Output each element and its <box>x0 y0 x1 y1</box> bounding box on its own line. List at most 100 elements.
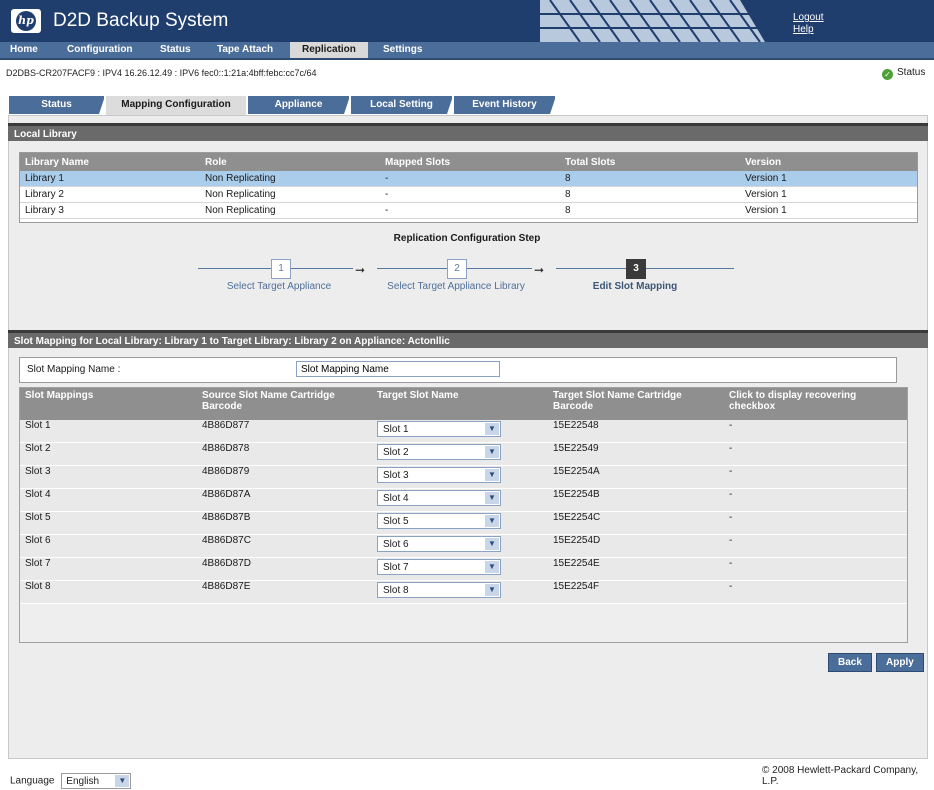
library-version-cell: Version 1 <box>740 186 917 203</box>
library-mapped-cell: - <box>380 186 560 203</box>
target-barcode-cell: 15E2254E <box>548 557 724 581</box>
language-select[interactable]: English ▼ <box>61 773 132 789</box>
recover-cell: - <box>724 511 907 535</box>
source-barcode-cell: 4B86D87B <box>197 511 372 535</box>
arrow-right-icon: ➞ <box>355 263 366 277</box>
slot-mapping-name-input[interactable] <box>296 361 500 377</box>
recover-cell: - <box>724 442 907 466</box>
library-version-cell: Version 1 <box>740 171 917 187</box>
table-row: Slot 5 4B86D87B Slot 5 ▼ 15E2254C - <box>20 511 907 535</box>
app-header: hp D2D Backup System Logout Help <box>0 0 934 42</box>
recover-cell: - <box>724 465 907 489</box>
col-mapped-slots: Mapped Slots <box>380 153 560 171</box>
slot-mapping-table: Slot Mappings Source Slot Name Cartridge… <box>19 387 908 643</box>
language-label: Language <box>10 775 55 787</box>
col-total-slots: Total Slots <box>560 153 740 171</box>
library-role-cell: Non Replicating <box>200 171 380 187</box>
nav-home[interactable]: Home <box>10 42 38 58</box>
logout-link[interactable]: Logout <box>793 12 824 24</box>
target-barcode-cell: 15E2254F <box>548 580 724 604</box>
target-slot-select[interactable]: Slot 4 ▼ <box>377 490 501 506</box>
target-slot-select[interactable]: Slot 3 ▼ <box>377 467 501 483</box>
step-1-label[interactable]: Select Target Appliance <box>194 281 364 292</box>
library-row[interactable]: Library 2 Non Replicating - 8 Version 1 <box>20 186 917 203</box>
target-slot-select[interactable]: Slot 6 ▼ <box>377 536 501 552</box>
tab-local-setting[interactable]: Local Setting <box>351 96 453 114</box>
language-selector: Language English ▼ <box>10 773 132 789</box>
tab-mapping-configuration[interactable]: Mapping Configuration <box>106 96 246 115</box>
library-role-cell: Non Replicating <box>200 202 380 219</box>
source-barcode-cell: 4B86D879 <box>197 465 372 489</box>
col-role: Role <box>200 153 380 171</box>
chevron-down-icon[interactable]: ▼ <box>485 492 499 504</box>
col-version: Version <box>740 153 917 171</box>
slot-mapping-name-label: Slot Mapping Name : <box>27 364 121 375</box>
target-barcode-cell: 15E22548 <box>548 420 724 443</box>
check-circle-icon: ✓ <box>882 69 893 80</box>
nav-configuration[interactable]: Configuration <box>67 42 133 58</box>
target-slot-select[interactable]: Slot 1 ▼ <box>377 421 501 437</box>
chevron-down-icon[interactable]: ▼ <box>485 538 499 550</box>
chevron-down-icon[interactable]: ▼ <box>485 561 499 573</box>
target-slot-select[interactable]: Slot 7 ▼ <box>377 559 501 575</box>
source-barcode-cell: 4B86D878 <box>197 442 372 466</box>
library-version-cell: Version 1 <box>740 202 917 219</box>
recover-cell: - <box>724 534 907 558</box>
target-slot-select[interactable]: Slot 2 ▼ <box>377 444 501 460</box>
slot-name-cell: Slot 1 <box>20 420 197 443</box>
chevron-down-icon[interactable]: ▼ <box>485 515 499 527</box>
col-library-name: Library Name <box>20 153 200 171</box>
status-label: Status <box>897 67 926 78</box>
slot-mapping-name-row: Slot Mapping Name : <box>19 357 897 383</box>
target-barcode-cell: 15E2254C <box>548 511 724 535</box>
source-barcode-cell: 4B86D87C <box>197 534 372 558</box>
back-button[interactable]: Back <box>828 653 872 672</box>
chevron-down-icon[interactable]: ▼ <box>485 423 499 435</box>
nav-settings[interactable]: Settings <box>383 42 422 58</box>
chevron-down-icon[interactable]: ▼ <box>485 469 499 481</box>
recover-cell: - <box>724 557 907 581</box>
col-slot-mappings: Slot Mappings <box>20 388 197 420</box>
source-barcode-cell: 4B86D87E <box>197 580 372 604</box>
help-link[interactable]: Help <box>793 24 824 36</box>
chevron-down-icon[interactable]: ▼ <box>115 775 130 787</box>
recover-cell: - <box>724 420 907 443</box>
main-nav: Home Configuration Status Tape Attach Re… <box>0 42 934 60</box>
col-target-barcode: Target Slot Name Cartridge Barcode <box>548 388 724 420</box>
chevron-down-icon[interactable]: ▼ <box>485 446 499 458</box>
library-row[interactable]: Library 1 Non Replicating - 8 Version 1 <box>20 171 917 187</box>
building-banner-image <box>540 0 780 42</box>
nav-tape-attach[interactable]: Tape Attach <box>217 42 273 58</box>
library-name-cell: Library 1 <box>20 171 200 187</box>
source-barcode-cell: 4B86D87D <box>197 557 372 581</box>
slot-mapping-header: Slot Mapping for Local Library: Library … <box>8 330 928 348</box>
chevron-down-icon[interactable]: ▼ <box>485 584 499 596</box>
nav-replication[interactable]: Replication <box>290 42 368 58</box>
tab-event-history[interactable]: Event History <box>454 96 556 114</box>
slot-name-cell: Slot 4 <box>20 488 197 512</box>
table-row: Slot 8 4B86D87E Slot 8 ▼ 15E2254F - <box>20 580 907 604</box>
library-row[interactable]: Library 3 Non Replicating - 8 Version 1 <box>20 202 917 219</box>
apply-button[interactable]: Apply <box>876 653 924 672</box>
table-row: Slot 6 4B86D87C Slot 6 ▼ 15E2254D - <box>20 534 907 558</box>
tab-appliance[interactable]: Appliance <box>248 96 350 114</box>
copyright-text: © 2008 Hewlett-Packard Company, L.P. <box>762 765 919 787</box>
device-info: D2DBS-CR207FACF9 : IPV4 16.26.12.49 : IP… <box>6 68 317 78</box>
table-row: Slot 3 4B86D879 Slot 3 ▼ 15E2254A - <box>20 465 907 489</box>
nav-status[interactable]: Status <box>160 42 191 58</box>
target-slot-select[interactable]: Slot 8 ▼ <box>377 582 501 598</box>
arrow-right-icon: ➞ <box>534 263 545 277</box>
target-barcode-cell: 15E2254A <box>548 465 724 489</box>
status-indicator[interactable]: ✓ Status <box>882 67 925 80</box>
library-name-cell: Library 2 <box>20 186 200 203</box>
table-row: Slot 1 4B86D877 Slot 1 ▼ 15E22548 - <box>20 420 907 443</box>
col-target-slot: Target Slot Name <box>372 388 548 420</box>
tab-status[interactable]: Status <box>9 96 105 114</box>
step-1-box[interactable]: 1 <box>271 259 291 279</box>
step-2-box[interactable]: 2 <box>447 259 467 279</box>
step-2-label[interactable]: Select Target Appliance Library <box>371 281 541 292</box>
target-barcode-cell: 15E2254D <box>548 534 724 558</box>
step-3-label: Edit Slot Mapping <box>592 281 678 292</box>
target-slot-select[interactable]: Slot 5 ▼ <box>377 513 501 529</box>
table-row: Slot 7 4B86D87D Slot 7 ▼ 15E2254E - <box>20 557 907 581</box>
